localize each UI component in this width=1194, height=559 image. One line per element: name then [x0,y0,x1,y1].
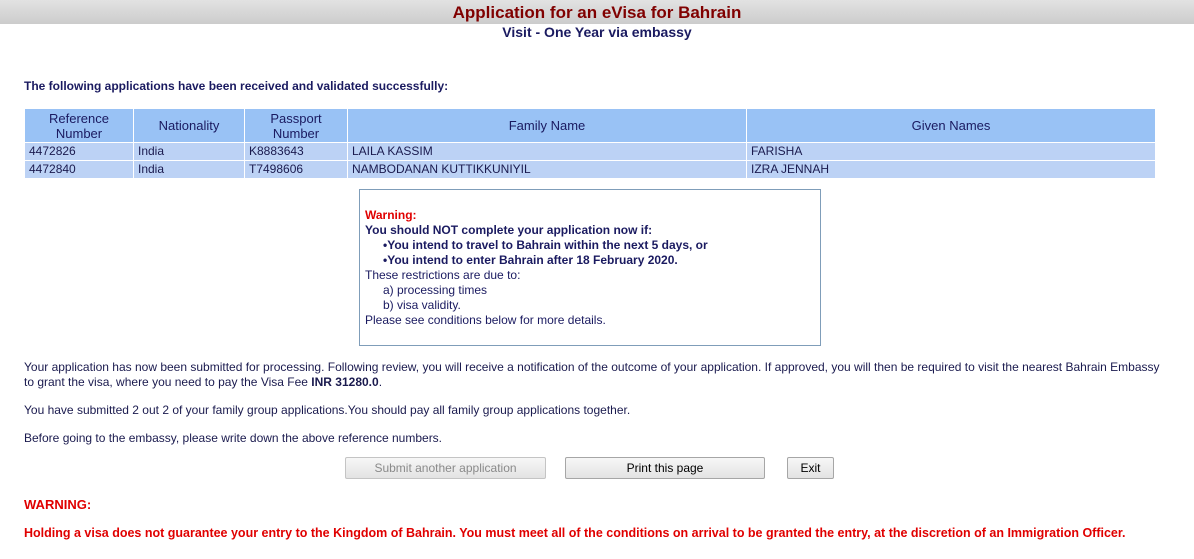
warning-box-reason: a) processing times [383,283,488,297]
cell-passport-number: K8883643 [245,143,347,160]
cell-passport-number: T7498606 [245,161,347,178]
submit-another-button[interactable]: Submit another application [345,457,546,479]
footer-warning-title: WARNING: [24,497,92,512]
table-header-row: Reference Number Nationality Passport Numb… [25,109,1155,142]
warning-box-bullet: •You intend to travel to Bahrain within … [383,238,708,252]
warning-box-line: You should NOT complete your application… [365,223,653,237]
page-subtitle: Visit - One Year via embassy [502,24,692,40]
intro-text: The following applications have been rec… [24,79,449,93]
warning-box: Warning: You should NOT complete your ap… [359,189,821,346]
print-button[interactable]: Print this page [565,457,765,479]
table-row: 4472826 India K8883643 LAILA KASSIM FARI… [25,143,1155,160]
exit-button[interactable]: Exit [787,457,834,479]
visa-fee-suffix: . [378,375,383,389]
col-reference-number: Reference Number [25,109,133,142]
visa-fee: INR 31280.0 [311,375,379,389]
cell-given-names: IZRA JENNAH [747,161,1155,178]
cell-reference-number: 4472840 [25,161,133,178]
warning-box-line: These restrictions are due to: [365,268,521,282]
applications-table: Reference Number Nationality Passport Numb… [24,108,1156,179]
warning-box-title: Warning: [365,208,417,222]
warning-box-bullet: •You intend to enter Bahrain after 18 Fe… [383,253,678,267]
cell-family-name: NAMBODANAN KUTTIKKUNIYIL [348,161,746,178]
title-bar: Application for an eVisa for Bahrain [0,0,1194,24]
col-nationality: Nationality [134,109,244,142]
col-passport-number: Passport Number [245,109,347,142]
cell-family-name: LAILA KASSIM [348,143,746,160]
family-group-text: You have submitted 2 out 2 of your famil… [24,403,631,417]
cell-given-names: FARISHA [747,143,1155,160]
col-family-name: Family Name [348,109,746,142]
cell-reference-number: 4472826 [25,143,133,160]
submission-info-text: Your application has now been submitted … [24,360,1164,390]
footer-warning-text: Holding a visa does not guarantee your e… [24,526,1126,540]
reference-reminder-text: Before going to the embassy, please writ… [24,431,443,445]
submission-info: Your application has now been submitted … [24,360,1160,389]
col-given-names: Given Names [747,109,1155,142]
page-title: Application for an eVisa for Bahrain [452,3,742,22]
warning-box-line: Please see conditions below for more det… [365,313,606,327]
table-row: 4472840 India T7498606 NAMBODANAN KUTTIK… [25,161,1155,178]
cell-nationality: India [134,143,244,160]
cell-nationality: India [134,161,244,178]
warning-box-reason: b) visa validity. [383,298,461,312]
